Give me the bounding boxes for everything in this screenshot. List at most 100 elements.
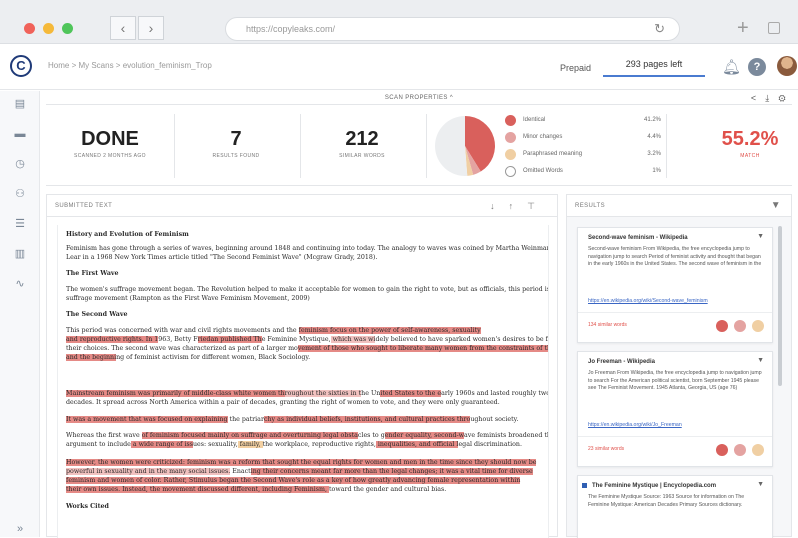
result-link[interactable]: https://en.wikipedia.org/wiki/Second-wav…	[588, 298, 764, 304]
document-icon[interactable]: ▤	[13, 98, 27, 110]
arrow-up-icon[interactable]: ↑	[509, 201, 528, 211]
users-icon[interactable]: ⚇	[13, 188, 27, 200]
match-highlight[interactable]: vement of those who sought to liberate m…	[297, 345, 548, 352]
result-words: 134 similar words	[588, 322, 627, 328]
result-link[interactable]: https://en.wikipedia.org/wiki/Jo_Freeman	[588, 422, 764, 428]
document-line: Mainstream feminism was primarily of mid…	[66, 390, 549, 397]
document-line: The First Wave	[66, 270, 119, 277]
new-tab-icon[interactable]: +	[737, 17, 749, 40]
chevron-down-icon[interactable]: ▼	[757, 481, 764, 488]
minor-changes-indicator	[734, 444, 746, 456]
match-highlight[interactable]: ing their concerns meant far more than t…	[250, 468, 533, 475]
minimize-window-button[interactable]	[43, 23, 54, 34]
maximize-window-button[interactable]	[62, 23, 73, 34]
results-value: 7	[230, 128, 242, 150]
app-header: C Home > My Scans > evolution_feminism_T…	[0, 44, 798, 90]
document-line: Feminism has gone through a series of wa…	[66, 245, 549, 252]
match-highlight[interactable]: and the beginni	[66, 354, 117, 361]
avatar[interactable]	[777, 56, 797, 76]
match-highlight[interactable]: ender equality, second-w	[384, 432, 465, 439]
match-highlight[interactable]: which was wi	[330, 336, 376, 343]
match-highlight[interactable]: a wide range of iss	[130, 441, 193, 448]
match-highlight[interactable]: chy as individual beliefs, institutions,…	[263, 416, 471, 423]
match-highlight[interactable]: riedan published Th	[197, 336, 262, 343]
scan-properties-toggle[interactable]: SCAN PROPERTIES ^ < ⤓ ⚙	[46, 91, 792, 105]
match-highlight[interactable]: roughout the sixties in t	[284, 390, 362, 397]
chevron-down-icon[interactable]: ▼	[757, 233, 764, 240]
book-icon[interactable]: ▥	[13, 248, 27, 260]
result-card[interactable]: ▼ Second-wave feminism - Wikipedia Secon…	[577, 227, 773, 343]
similar-words-count: 212 SIMILAR WORDS	[312, 128, 412, 159]
folder-icon[interactable]: ▬	[13, 128, 27, 140]
result-card[interactable]: ▼ Jo Freeman - Wikipedia Jo Freeman From…	[577, 351, 773, 467]
match-highlight[interactable]: of feminism focused mainly on suffrage a…	[141, 432, 358, 439]
back-button[interactable]: ‹	[110, 16, 136, 40]
prepaid-label: Prepaid	[560, 63, 592, 73]
download-icon[interactable]: ⤓	[765, 93, 769, 103]
breadcrumb[interactable]: Home > My Scans > evolution_feminism_Tro…	[48, 61, 212, 70]
legend-percentage: 1%	[652, 168, 661, 174]
match-highlight[interactable]: However, the women were criticized: femi…	[66, 459, 537, 466]
filter-icon[interactable]: ⊤	[527, 201, 549, 211]
arrow-down-icon[interactable]: ↓	[490, 201, 509, 211]
match-highlight[interactable]: Mainstream feminism was primarily of mid…	[66, 390, 285, 397]
document-line: Works Cited	[66, 503, 109, 510]
words-value: 212	[345, 128, 379, 150]
result-title[interactable]: The Feminine Mystique | Encyclopedia.com	[592, 483, 716, 489]
match-highlight[interactable]: feminism and women of color. Rather, Sti…	[66, 477, 521, 484]
copyleaks-logo-icon[interactable]: C	[10, 55, 32, 77]
document-line: It was a movement that was focused on ex…	[66, 416, 519, 423]
source-favicon-icon	[582, 483, 587, 488]
identical-indicator	[716, 320, 728, 332]
match-highlight[interactable]: and reproductive rights. In 1	[66, 336, 159, 343]
legend-item[interactable]: Paraphrased meaning 3.2%	[505, 149, 661, 161]
match-highlight[interactable]: It was a movement that was focused on ex…	[66, 416, 228, 423]
address-bar[interactable]: https://copyleaks.com/ ↻	[225, 17, 680, 41]
filter-icon[interactable]: ▼	[771, 195, 781, 217]
legend-swatch	[505, 166, 516, 177]
match-highlight[interactable]: family,	[237, 441, 263, 448]
settings-icon[interactable]: ⚙	[778, 93, 786, 103]
document-line: and the beginning of feminist activism f…	[66, 354, 311, 361]
list-icon[interactable]: ☰	[13, 218, 27, 230]
legend-swatch	[505, 132, 516, 143]
expand-sidebar-icon[interactable]: »	[13, 523, 27, 535]
url-text: https://copyleaks.com/	[246, 24, 336, 34]
legend-item[interactable]: Identical 41.2%	[505, 115, 661, 127]
results-scrollbar[interactable]	[778, 226, 782, 386]
pages-left-field[interactable]: 293 pages left	[603, 55, 705, 77]
match-highlight[interactable]: feminism focus on the power of self-awar…	[298, 327, 449, 334]
history-icon[interactable]: ◷	[13, 158, 27, 170]
result-snippet: The Feminine Mystique Source: 1963 Sourc…	[588, 494, 745, 508]
legend-swatch	[505, 149, 516, 160]
result-snippet: Second-wave feminism From Wikipedia, the…	[588, 246, 762, 267]
result-title[interactable]: Second-wave feminism - Wikipedia	[588, 235, 688, 241]
match-highlight[interactable]: powerful in sexuality and in the many so…	[66, 468, 231, 475]
document-line: and reproductive rights. In 1963, Betty …	[66, 336, 548, 343]
match-highlight[interactable]: , sexuality	[448, 327, 481, 334]
match-highlight[interactable]: inequalities, and official l	[375, 441, 459, 448]
reload-icon[interactable]: ↻	[654, 18, 665, 40]
result-card[interactable]: ▼ The Feminine Mystique | Encyclopedia.c…	[577, 475, 773, 538]
result-title[interactable]: Jo Freeman - Wikipedia	[588, 359, 655, 365]
legend-item[interactable]: Minor changes 4.4%	[505, 132, 661, 144]
match-highlight[interactable]: their own issues. Instead, the movement …	[66, 486, 329, 493]
result-words: 23 similar words	[588, 446, 625, 452]
document-line: feminism and women of color. Rather, Sti…	[66, 476, 521, 485]
document-line: argument to include a wide range of issu…	[66, 441, 522, 448]
tabs-overview-icon[interactable]	[768, 22, 780, 34]
pie-slice	[435, 116, 468, 176]
document-view[interactable]: History and Evolution of Feminism Feminis…	[57, 225, 549, 538]
share-icon[interactable]: <	[751, 93, 757, 103]
results-title: RESULTS	[575, 203, 606, 209]
legend-item[interactable]: Omitted Words 1%	[505, 166, 661, 178]
bell-icon[interactable]: 🔔︎	[722, 58, 741, 76]
submitted-text-title: SUBMITTED TEXT	[55, 203, 113, 209]
match-highlight[interactable]: ited States to the e	[380, 390, 442, 397]
close-window-button[interactable]	[24, 23, 35, 34]
forward-button[interactable]: ›	[138, 16, 164, 40]
help-icon[interactable]: ?	[748, 58, 766, 76]
chevron-down-icon[interactable]: ▼	[757, 357, 764, 364]
results-panel: RESULTS ▼ ▼ Second-wave feminism - Wikip…	[566, 194, 792, 538]
activity-icon[interactable]: ∿	[13, 278, 27, 290]
